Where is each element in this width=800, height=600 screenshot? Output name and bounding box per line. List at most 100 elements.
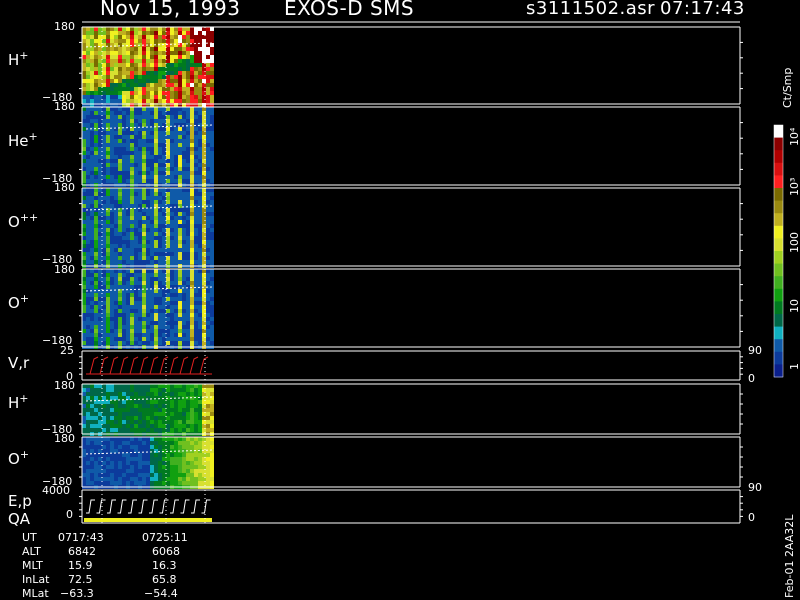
spectrogram-cell [194,313,198,317]
spectrogram-cell [82,457,86,461]
spectrogram-cell [94,123,98,127]
spectrogram-cell [122,441,126,445]
spectrogram-cell [142,273,146,277]
spectrogram-cell [86,159,90,163]
spectrogram-cell [162,167,166,171]
spectrogram-cell [110,39,114,43]
spectrogram-cell [150,87,154,91]
spectrogram-cell [178,55,182,59]
spectrogram-cell [134,147,138,151]
spectrogram-cell [150,404,154,408]
spectrogram-cell [166,111,170,115]
spectrogram-cell [94,313,98,317]
spectrogram-cell [142,95,146,99]
spectrogram-cell [174,35,178,39]
spectrogram-cell [182,445,186,449]
spectrogram-cell [154,240,158,244]
spectrogram-cell [174,27,178,31]
spectrogram-cell [210,35,214,39]
spectrogram-cell [98,27,102,31]
spectrogram-cell [210,71,214,75]
spectrogram-cell [166,224,170,228]
spectrogram-cell [138,151,142,155]
spectrogram-cell [190,99,194,103]
spectrogram-cell [154,333,158,337]
spectrogram-cell [110,151,114,155]
spectrogram-cell [206,75,210,79]
spectrogram-cell [210,139,214,143]
spectrogram-cell [130,273,134,277]
spectrogram-cell [186,281,190,285]
spectrogram-cell [90,445,94,449]
spectrogram-cell [158,325,162,329]
spectrogram-cell [142,473,146,477]
spectrogram-cell [122,269,126,273]
spectrogram-cell [194,412,198,416]
spectrogram-cell [90,75,94,79]
spectrogram-cell [90,196,94,200]
spectrogram-cell [114,461,118,465]
spectrogram-cell [86,67,90,71]
spectrogram-cell [86,445,90,449]
spectrogram-cell [102,192,106,196]
spectrogram-cell [166,416,170,420]
spectrogram-cell [114,384,118,388]
spectrogram-cell [94,39,98,43]
spectrogram-cell [94,240,98,244]
spectrogram-cell [126,269,130,273]
spectrogram-cell [138,252,142,256]
spectrogram-cell [106,321,110,325]
spectrogram-cell [178,252,182,256]
spectrogram-cell [122,135,126,139]
spectrogram-cell [194,107,198,111]
spectrogram-cell [158,155,162,159]
spectrogram-cell [182,119,186,123]
spectrogram-cell [198,256,202,260]
spectrogram-cell [198,212,202,216]
spectrogram-cell [206,445,210,449]
spectrogram-cell [134,441,138,445]
spectrogram-cell [162,115,166,119]
spectrogram-cell [182,256,186,260]
spectrogram-cell [182,228,186,232]
spectrogram-cell [102,188,106,192]
spectrogram-cell [150,441,154,445]
spectrogram-cell [178,248,182,252]
spectrogram-cell [154,277,158,281]
spectrogram-cell [106,107,110,111]
spectrogram-cell [122,79,126,83]
spectrogram-cell [110,107,114,111]
spectrogram-cell [170,31,174,35]
spectrogram-cell [158,252,162,256]
spectrogram-cell [150,388,154,392]
spectrogram-cell [190,341,194,345]
spectrogram-cell [94,59,98,63]
spectrogram-cell [142,321,146,325]
ephemeris-row: ALT 6842 6068 [22,545,180,558]
spectrogram-cell [198,95,202,99]
spectrogram-cell [198,260,202,264]
spectrogram-cell [130,167,134,171]
spectrogram-cell [166,175,170,179]
spectrogram-cell [174,293,178,297]
spectrogram-cell [186,51,190,55]
spectrogram-cell [110,139,114,143]
spectrogram-cell [170,55,174,59]
spectrogram-cell [182,135,186,139]
spectrogram-cell [138,388,142,392]
spectrogram-cell [114,313,118,317]
spectrogram-cell [150,188,154,192]
spectrogram-cell [130,135,134,139]
spectrogram-cell [102,313,106,317]
spectrogram-cell [118,297,122,301]
spectrogram-cell [122,416,126,420]
spectrogram-cell [94,424,98,428]
spectrogram-cell [114,196,118,200]
spectrogram-cell [142,248,146,252]
spectrogram-cell [86,404,90,408]
spectrogram-cell [110,127,114,131]
spectrogram-cell [118,163,122,167]
spectrogram-cell [186,171,190,175]
spectrogram-cell [198,240,202,244]
spectrogram-cell [138,87,142,91]
